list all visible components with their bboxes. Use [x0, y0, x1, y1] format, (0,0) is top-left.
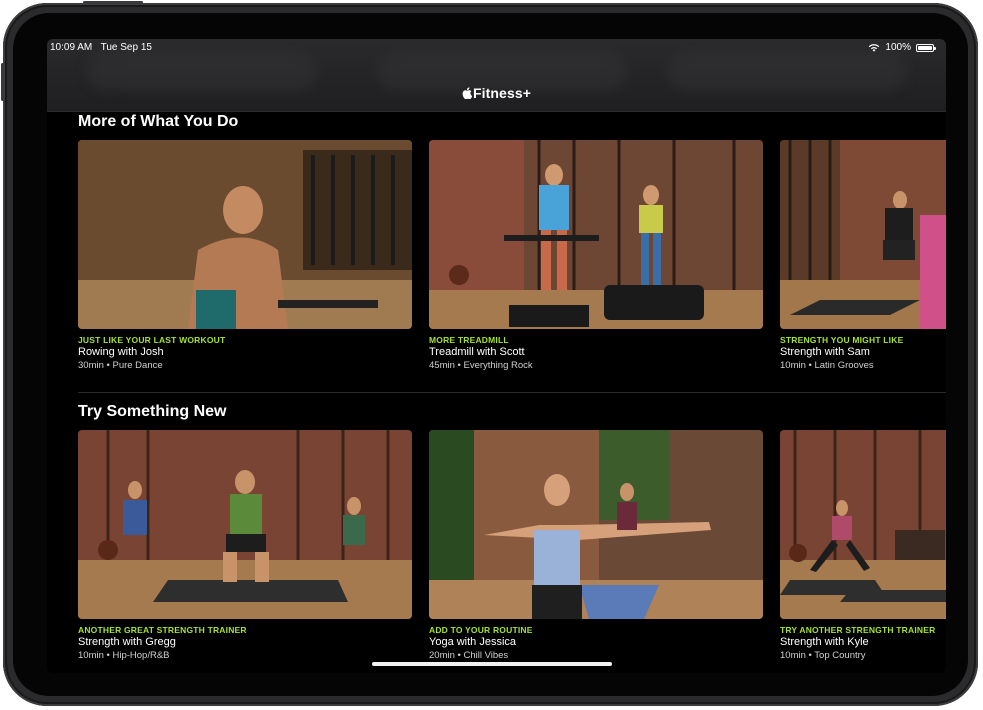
battery-icon: [916, 43, 936, 52]
home-indicator[interactable]: [372, 662, 612, 666]
card-eyebrow: JUST LIKE YOUR LAST WORKOUT: [78, 335, 226, 345]
status-indicators: 100%: [868, 42, 936, 53]
card-meta: 10min • Latin Grooves: [780, 360, 874, 371]
card-eyebrow: ADD TO YOUR ROUTINE: [429, 625, 533, 635]
card-meta: 10min • Hip-Hop/R&B: [78, 650, 170, 661]
status-time: 10:09 AM: [50, 42, 93, 53]
workout-thumbnail[interactable]: [780, 430, 946, 619]
card-meta: 10min • Top Country: [780, 650, 866, 661]
card-title: Treadmill with Scott: [429, 346, 525, 358]
screen: 10:09 AM Tue Sep 15 100% Fitness+ More o…: [47, 39, 946, 673]
app-title: Fitness+: [47, 85, 946, 101]
status-time-date: 10:09 AM Tue Sep 15: [50, 42, 152, 53]
section-title-more-of-what-you-do: More of What You Do: [78, 113, 239, 130]
workout-thumbnail[interactable]: [429, 140, 763, 329]
card-title: Yoga with Jessica: [429, 636, 517, 648]
card-title: Strength with Kyle: [780, 636, 869, 648]
card-meta: 20min • Chill Vibes: [429, 650, 509, 661]
card-eyebrow: STRENGTH YOU MIGHT LIKE: [780, 335, 904, 345]
workout-thumbnail[interactable]: [429, 430, 763, 619]
card-meta: 30min • Pure Dance: [78, 360, 163, 371]
card-eyebrow: TRY ANOTHER STRENGTH TRAINER: [780, 625, 936, 635]
apple-logo-icon: [462, 87, 472, 99]
navigation-bar: 10:09 AM Tue Sep 15 100% Fitness+: [47, 39, 946, 112]
app-title-text: Fitness+: [473, 85, 531, 101]
wifi-icon: [869, 44, 880, 52]
card-title: Rowing with Josh: [78, 346, 164, 358]
status-date: Tue Sep 15: [100, 42, 152, 53]
top-button: [83, 1, 143, 4]
card-eyebrow: MORE TREADMILL: [429, 335, 509, 345]
workout-thumbnail[interactable]: [78, 140, 412, 329]
card-title: Strength with Gregg: [78, 636, 176, 648]
section-divider: [78, 392, 946, 393]
card-eyebrow: ANOTHER GREAT STRENGTH TRAINER: [78, 625, 247, 635]
card-title: Strength with Sam: [780, 346, 870, 358]
volume-button: [1, 63, 4, 101]
workout-thumbnail[interactable]: [780, 140, 946, 329]
card-meta: 45min • Everything Rock: [429, 360, 533, 371]
battery-percent: 100%: [885, 42, 911, 53]
workout-thumbnail[interactable]: [78, 430, 412, 619]
section-title-try-something-new: Try Something New: [78, 403, 227, 420]
